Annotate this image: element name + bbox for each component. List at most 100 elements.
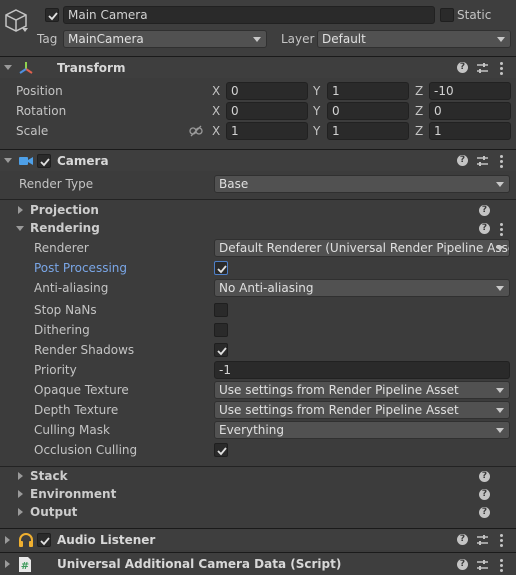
foldout-arrow-icon[interactable] <box>18 508 23 516</box>
active-toggle[interactable] <box>45 8 59 22</box>
render-type-dropdown[interactable]: Base <box>214 175 510 193</box>
scale-z-field[interactable]: 1 <box>429 122 511 140</box>
icon-dropdown-caret[interactable] <box>22 28 28 32</box>
foldout-arrow-icon[interactable] <box>18 490 23 498</box>
render-shadows-label: Render Shadows <box>34 343 135 357</box>
transform-header[interactable]: Transform ? <box>0 56 516 78</box>
culling-mask-value: Everything <box>219 423 284 437</box>
presets-icon[interactable] <box>476 155 489 170</box>
script-hash-icon: # <box>17 556 33 573</box>
anti-aliasing-value: No Anti-aliasing <box>219 281 314 295</box>
dithering-toggle[interactable] <box>214 323 228 337</box>
foldout-arrow-icon[interactable] <box>5 560 10 568</box>
position-z-field[interactable]: -10 <box>429 82 511 100</box>
transform-axes-icon <box>18 60 34 76</box>
rendering-foldout[interactable]: Rendering <box>30 221 100 235</box>
position-x-field[interactable]: 0 <box>226 82 308 100</box>
help-icon[interactable]: ? <box>479 507 490 518</box>
rotation-z-field[interactable]: 0 <box>429 102 511 120</box>
post-processing-label: Post Processing <box>34 261 127 275</box>
help-icon[interactable]: ? <box>479 205 490 216</box>
chevron-down-icon <box>497 37 505 42</box>
kebab-menu-icon[interactable] <box>500 223 503 238</box>
kebab-menu-icon[interactable] <box>500 62 503 77</box>
render-shadows-toggle[interactable] <box>214 343 228 357</box>
kebab-menu-icon[interactable] <box>500 559 503 574</box>
culling-mask-dropdown[interactable]: Everything <box>214 421 510 439</box>
presets-icon[interactable] <box>476 559 489 574</box>
help-icon[interactable]: ? <box>479 489 490 500</box>
kebab-menu-icon[interactable] <box>500 534 503 549</box>
scale-x-field[interactable]: 1 <box>226 122 308 140</box>
post-processing-toggle[interactable] <box>214 261 228 275</box>
projection-foldout[interactable]: Projection <box>30 203 99 217</box>
camera-header[interactable]: Camera ? <box>0 149 516 171</box>
help-icon[interactable]: ? <box>457 559 468 570</box>
foldout-arrow-icon[interactable] <box>4 65 12 70</box>
occlusion-culling-label: Occlusion Culling <box>34 443 138 457</box>
headphones-icon <box>18 533 34 547</box>
help-icon[interactable]: ? <box>457 62 468 73</box>
audio-listener-header[interactable]: Audio Listener ? <box>0 528 516 550</box>
layer-dropdown[interactable]: Default <box>317 30 511 48</box>
chevron-down-icon <box>496 428 504 433</box>
anti-aliasing-label: Anti-aliasing <box>34 281 109 295</box>
help-icon[interactable]: ? <box>457 534 468 545</box>
priority-field[interactable]: -1 <box>214 361 510 379</box>
render-type-label: Render Type <box>19 177 94 191</box>
scale-y-field[interactable]: 1 <box>327 122 409 140</box>
audio-listener-enabled-toggle[interactable] <box>37 533 51 547</box>
layer-label: Layer <box>281 32 315 46</box>
chevron-down-icon <box>496 182 504 187</box>
scale-z-axis[interactable]: Z <box>415 124 423 138</box>
position-z-axis[interactable]: Z <box>415 84 423 98</box>
camera-title: Camera <box>57 154 109 168</box>
foldout-arrow-icon[interactable] <box>18 472 23 480</box>
depth-texture-dropdown[interactable]: Use settings from Render Pipeline Asset <box>214 401 510 419</box>
stack-foldout[interactable]: Stack <box>30 469 68 483</box>
camera-enabled-toggle[interactable] <box>37 154 51 168</box>
stop-nans-label: Stop NaNs <box>34 303 97 317</box>
output-foldout[interactable]: Output <box>30 505 77 519</box>
scale-x-axis[interactable]: X <box>212 124 220 138</box>
environment-foldout[interactable]: Environment <box>30 487 116 501</box>
rotation-z-axis[interactable]: Z <box>415 104 423 118</box>
opaque-texture-dropdown[interactable]: Use settings from Render Pipeline Asset <box>214 381 510 399</box>
help-icon[interactable]: ? <box>479 223 490 234</box>
tag-dropdown[interactable]: MainCamera <box>63 30 267 48</box>
scale-y-axis[interactable]: Y <box>313 124 320 138</box>
occlusion-culling-toggle[interactable] <box>214 443 228 457</box>
chevron-down-icon <box>496 388 504 393</box>
renderer-dropdown[interactable]: Default Renderer (Universal Render Pipel… <box>214 239 510 257</box>
opaque-texture-label: Opaque Texture <box>34 383 129 397</box>
additional-camera-data-header[interactable]: # Universal Additional Camera Data (Scri… <box>0 552 516 575</box>
foldout-arrow-icon[interactable] <box>5 536 10 544</box>
foldout-arrow-icon[interactable] <box>4 158 12 163</box>
rotation-label: Rotation <box>16 104 67 118</box>
presets-icon[interactable] <box>476 62 489 77</box>
dithering-label: Dithering <box>34 323 90 337</box>
foldout-arrow-icon[interactable] <box>18 206 23 214</box>
position-y-axis[interactable]: Y <box>313 84 320 98</box>
rotation-y-field[interactable]: 0 <box>327 102 409 120</box>
anti-aliasing-dropdown[interactable]: No Anti-aliasing <box>214 279 510 297</box>
position-x-axis[interactable]: X <box>212 84 220 98</box>
help-icon[interactable]: ? <box>457 155 468 166</box>
svg-text:#: # <box>21 561 29 572</box>
help-icon[interactable]: ? <box>479 471 490 482</box>
rotation-y-axis[interactable]: Y <box>313 104 320 118</box>
tag-value: MainCamera <box>68 32 144 46</box>
gameobject-name-field[interactable]: Main Camera <box>63 6 435 24</box>
presets-icon[interactable] <box>476 534 489 549</box>
audio-listener-title: Audio Listener <box>57 533 156 547</box>
position-y-field[interactable]: 1 <box>327 82 409 100</box>
foldout-arrow-icon[interactable] <box>16 226 24 231</box>
rotation-x-axis[interactable]: X <box>212 104 220 118</box>
link-scale-icon[interactable] <box>189 125 203 137</box>
chevron-down-icon <box>496 246 504 251</box>
rotation-x-field[interactable]: 0 <box>226 102 308 120</box>
kebab-menu-icon[interactable] <box>500 155 503 170</box>
static-toggle[interactable] <box>440 8 454 22</box>
renderer-value: Default Renderer (Universal Render Pipel… <box>219 241 510 255</box>
stop-nans-toggle[interactable] <box>214 303 228 317</box>
